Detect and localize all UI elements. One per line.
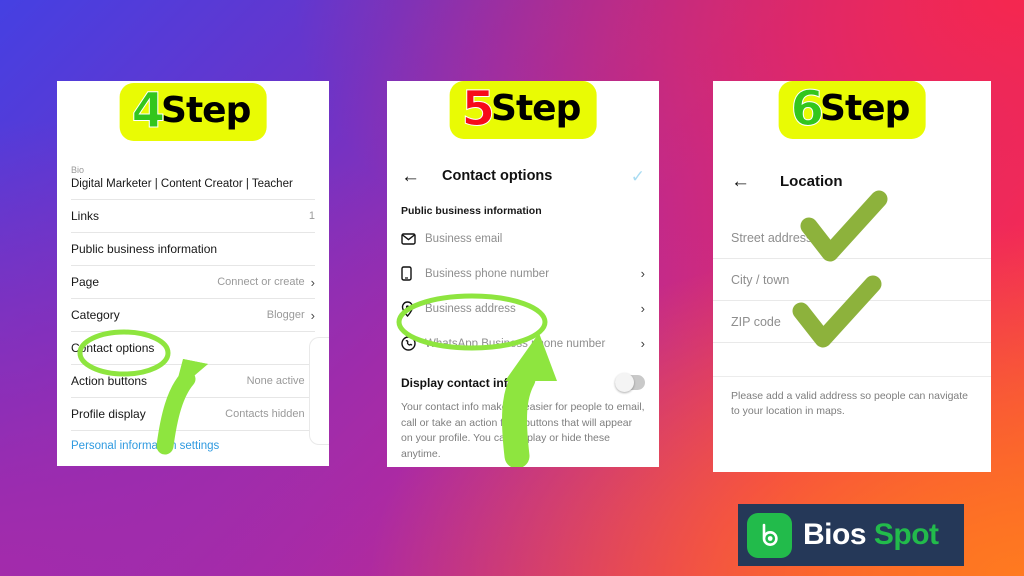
step-4-panel: 4 Step Bio Digital Marketer | Content Cr… <box>57 81 329 466</box>
step-6-badge: 6 Step <box>778 81 926 139</box>
step-4-badge: 4 Step <box>119 83 267 141</box>
step-5-word: Step <box>491 88 581 129</box>
chevron-right-icon: › <box>310 307 315 323</box>
step-6-panel: 6 Step ← Location Street address City / … <box>713 81 991 472</box>
row-meta: Connect or create <box>217 276 305 288</box>
row-meta: Contacts hidden <box>225 408 305 420</box>
display-contact-info-toggle[interactable] <box>615 373 645 392</box>
whatsapp-icon <box>401 336 425 351</box>
step-4-number: 4 <box>131 83 165 139</box>
street-address-field[interactable]: Street address <box>713 217 991 259</box>
logo-word-spot: Spot <box>873 518 939 551</box>
logo-wordmark: Bios Spot <box>803 518 939 552</box>
settings-row-page[interactable]: Page Connect or create › <box>71 265 315 298</box>
contact-row-label: WhatsApp Business phone number <box>425 337 606 350</box>
step-4-word: Step <box>161 90 251 131</box>
settings-row-links[interactable]: Links 1 <box>71 199 315 232</box>
chevron-right-icon: › <box>310 274 315 290</box>
zip-code-field[interactable]: ZIP code <box>713 301 991 343</box>
settings-row-profile-display[interactable]: Profile display Contacts hidden › <box>71 397 315 430</box>
step-6-number: 6 <box>790 81 824 137</box>
contact-row-business-phone-number[interactable]: Business phone number › <box>387 256 659 291</box>
settings-row-public-business-information[interactable]: Public business information <box>71 232 315 265</box>
arrow-left-icon[interactable]: ← <box>731 172 750 191</box>
contact-row-label: Business email <box>425 232 503 245</box>
step-5-number: 5 <box>461 81 495 137</box>
arrow-left-icon[interactable]: ← <box>401 167 420 186</box>
logo-word-bios: Bios <box>803 518 867 551</box>
settings-row-contact-options[interactable]: Contact options › <box>71 331 315 364</box>
page-title: Contact options <box>442 168 553 184</box>
contact-row-label: Business phone number <box>425 267 550 280</box>
check-icon[interactable]: ✓ <box>631 168 645 185</box>
bios-spot-logo: Bios Spot <box>738 504 964 566</box>
row-meta: Blogger <box>266 309 305 321</box>
row-label: Page <box>71 275 100 289</box>
settings-row-category[interactable]: Category Blogger › <box>71 298 315 331</box>
bios-spot-b-icon <box>747 512 792 558</box>
toggle-knob <box>615 373 634 392</box>
row-label: Links <box>71 209 100 223</box>
step-6-word: Step <box>820 88 910 129</box>
toggle-label: Display contact info <box>401 375 516 390</box>
extra-field-row <box>713 343 991 377</box>
contact-row-business-address[interactable]: Business address › <box>387 291 659 326</box>
section-heading: Public business information <box>401 205 542 217</box>
step-5-badge: 5 Step <box>449 81 597 139</box>
contact-row-business-email[interactable]: Business email <box>387 221 659 256</box>
chevron-right-icon: › <box>640 336 645 351</box>
contact-info-help-text: Your contact info makes it easier for pe… <box>401 401 645 460</box>
chevron-right-icon: › <box>640 301 645 316</box>
row-label: Public business information <box>71 242 218 256</box>
row-label: Category <box>71 308 120 322</box>
contact-row-whatsapp-business-phone-number[interactable]: WhatsApp Business phone number › <box>387 326 659 361</box>
row-label: Action buttons <box>71 374 148 388</box>
page-title: Location <box>780 172 843 190</box>
row-meta: 1 <box>308 210 315 222</box>
bio-label: Bio <box>71 165 85 175</box>
location-note: Please add a valid address so people can… <box>731 390 968 417</box>
display-contact-info-row[interactable]: Display contact info <box>387 361 659 392</box>
app-bar: ← Location <box>713 161 991 201</box>
step-5-panel: 5 Step ← Contact options ✓ Public busine… <box>387 81 659 467</box>
tutorial-panels: 4 Step Bio Digital Marketer | Content Cr… <box>0 0 1024 576</box>
bio-value[interactable]: Digital Marketer | Content Creator | Tea… <box>71 178 315 199</box>
panel-edge-overlay <box>309 337 329 445</box>
city-town-field[interactable]: City / town <box>713 259 991 301</box>
row-label: Contact options <box>71 341 155 355</box>
settings-row-action-buttons[interactable]: Action buttons None active › <box>71 364 315 397</box>
row-label: Profile display <box>71 407 146 421</box>
personal-information-settings-link[interactable]: Personal information settings <box>71 430 315 460</box>
phone-icon <box>401 266 425 281</box>
envelope-icon <box>401 232 425 245</box>
app-bar: ← Contact options ✓ <box>387 159 659 193</box>
row-meta: None active <box>246 375 305 387</box>
contact-row-label: Business address <box>425 302 516 315</box>
chevron-right-icon: › <box>640 266 645 281</box>
location-pin-icon <box>401 300 425 317</box>
